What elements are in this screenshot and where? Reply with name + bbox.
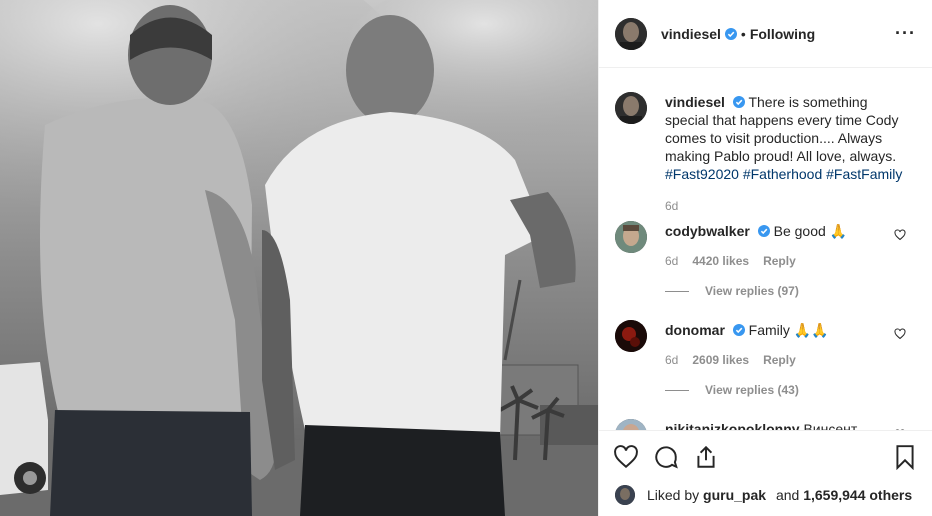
avatar-image: [615, 320, 647, 352]
commenter-avatar[interactable]: [615, 221, 647, 253]
caption-avatar[interactable]: [615, 92, 647, 124]
comment-meta: 6d 2609 likes Reply: [665, 351, 905, 369]
comment-item: nikitanizkopoklonny Винсент,: [615, 405, 916, 430]
reply-button[interactable]: Reply: [763, 351, 796, 369]
likes-count[interactable]: 1,659,944 others: [803, 487, 912, 503]
hashtag-link[interactable]: #Fast92020: [665, 166, 739, 182]
avatar-image: [615, 419, 647, 430]
comment-text: Винсент,: [803, 421, 860, 430]
comment-age[interactable]: 6d: [665, 252, 678, 270]
reply-button[interactable]: Reply: [763, 252, 796, 270]
liker-username[interactable]: guru_pak: [703, 487, 766, 503]
liker-avatar[interactable]: [615, 485, 635, 505]
author-username[interactable]: vindiesel: [661, 26, 721, 42]
comment-item: codybwalker Be good 🙏 6d 4420 likes Repl…: [615, 207, 916, 300]
comment-like-heart-icon[interactable]: [894, 328, 906, 340]
comment-likes[interactable]: 4420 likes: [692, 252, 749, 270]
avatar-image: [615, 17, 647, 50]
verified-badge-icon: [732, 324, 745, 336]
likes-prefix: Liked by: [647, 487, 700, 503]
comment-body: codybwalker Be good 🙏 6d 4420 likes Repl…: [665, 207, 905, 300]
comment-body: nikitanizkopoklonny Винсент,: [665, 405, 905, 430]
comment-likes[interactable]: 2609 likes: [692, 351, 749, 369]
comment-text: Be good 🙏: [773, 223, 848, 239]
commenter-username[interactable]: donomar: [665, 322, 725, 338]
comment-text: Family 🙏🙏: [748, 322, 829, 338]
verified-badge-icon: [732, 96, 745, 108]
caption: vindiesel There is something special tha…: [615, 78, 916, 215]
replies-divider: [665, 290, 689, 292]
verified-badge-icon: [757, 225, 770, 237]
commenter-avatar[interactable]: [615, 320, 647, 352]
likes-summary: Liked by guru_pak and 1,659,944 others: [599, 482, 932, 508]
photo-image: [0, 0, 598, 516]
comments-list: vindiesel There is something special tha…: [599, 68, 932, 430]
comment-like-heart-icon[interactable]: [894, 429, 906, 430]
hashtag-link[interactable]: #Fatherhood: [743, 166, 822, 182]
post-side-panel: vindiesel • Following ··· vindiesel Ther…: [598, 0, 932, 516]
avatar-image: [615, 92, 647, 124]
commenter-username[interactable]: nikitanizkopoklonny: [665, 421, 800, 430]
author-avatar[interactable]: [615, 17, 647, 50]
avatar-image: [615, 485, 635, 505]
commenter-avatar[interactable]: [615, 419, 647, 430]
heart-icon[interactable]: [613, 444, 639, 470]
view-replies-button[interactable]: View replies (97): [665, 282, 905, 300]
comment-like-heart-icon[interactable]: [894, 229, 906, 241]
bookmark-icon[interactable]: [892, 444, 918, 470]
replies-divider: [665, 389, 689, 391]
likes-and: and: [775, 487, 800, 503]
following-button[interactable]: Following: [750, 26, 815, 42]
comment-age[interactable]: 6d: [665, 351, 678, 369]
view-replies-label: View replies (43): [705, 383, 799, 397]
share-icon[interactable]: [693, 444, 719, 470]
hashtag-link[interactable]: #FastFamily: [826, 166, 902, 182]
post-photo[interactable]: [0, 0, 598, 516]
commenter-username[interactable]: codybwalker: [665, 223, 750, 239]
header-separator: •: [740, 25, 746, 42]
avatar-image: [615, 221, 647, 253]
post-header: vindiesel • Following ···: [599, 0, 932, 68]
more-options-icon[interactable]: ···: [895, 23, 916, 44]
comment-icon[interactable]: [653, 444, 679, 470]
view-replies-label: View replies (97): [705, 284, 799, 298]
verified-badge-icon: [724, 27, 737, 40]
comment-item: donomar Family 🙏🙏 6d 2609 likes Reply Vi…: [615, 306, 916, 399]
caption-body: vindiesel There is something special tha…: [665, 78, 905, 215]
action-bar: [599, 430, 932, 482]
view-replies-button[interactable]: View replies (43): [665, 381, 905, 399]
comment-meta: 6d 4420 likes Reply: [665, 252, 905, 270]
caption-username[interactable]: vindiesel: [665, 94, 725, 110]
likes-text: Liked by guru_pak and 1,659,944 others: [641, 487, 912, 503]
comment-body: donomar Family 🙏🙏 6d 2609 likes Reply Vi…: [665, 306, 905, 399]
instagram-post: vindiesel • Following ··· vindiesel Ther…: [0, 0, 932, 516]
